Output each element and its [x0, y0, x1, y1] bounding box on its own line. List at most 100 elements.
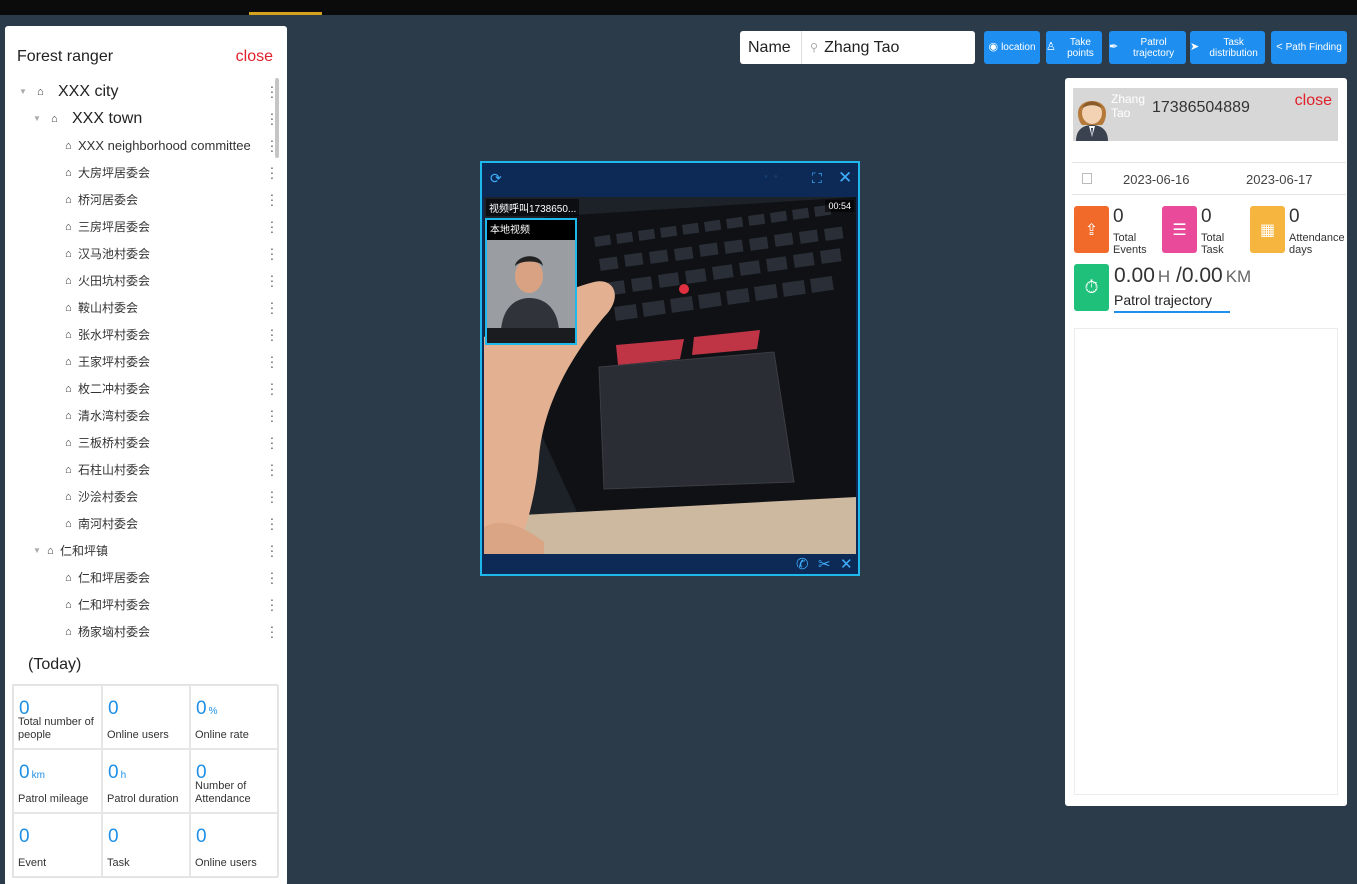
house-icon: ⌂: [65, 517, 72, 530]
patrol-trajectory-tab[interactable]: Patrol trajectory: [1114, 292, 1230, 313]
stat-label: Online rate: [195, 729, 249, 741]
stopwatch-icon: ⏱: [1074, 264, 1109, 311]
tree-item[interactable]: ⌂ XXX neighborhood committee · · ·: [5, 132, 275, 159]
stat-card: 0% Online rate: [190, 685, 279, 749]
house-icon: ⌂: [65, 301, 72, 314]
stat-value: 0: [108, 698, 119, 719]
stat-label: Online users: [195, 857, 257, 869]
pen-icon: ✒: [1109, 41, 1119, 53]
stat-card: 0 km Patrol mileage: [13, 749, 102, 813]
stat-label: Patrol mileage: [18, 793, 89, 805]
house-icon: ⌂: [65, 625, 72, 638]
hangup-phone-icon[interactable]: ✆: [796, 555, 809, 573]
stat-card: 0 Online users: [190, 813, 279, 877]
panel-header: Forest ranger close: [17, 48, 273, 70]
tree-item[interactable]: ▼ ⌂ XXX city · · ·: [5, 78, 275, 105]
tree-item[interactable]: ⌂ 张水坪村委会 · · ·: [5, 321, 275, 348]
tree-item[interactable]: ⌂ 杨家垴村委会 · · ·: [5, 618, 275, 645]
tree-item[interactable]: ⌂ 汉马池村委会 · · ·: [5, 240, 275, 267]
tree-item[interactable]: ⌂ 枚二冲村委会 · · ·: [5, 375, 275, 402]
tree-item[interactable]: ⌂ 沙浍村委会 · · ·: [5, 483, 275, 510]
tree-item[interactable]: ▼ ⌂ XXX town · · ·: [5, 105, 275, 132]
tree-item[interactable]: ⌂ 火田坑村委会 · · ·: [5, 267, 275, 294]
more-options-icon[interactable]: · · ·: [269, 619, 275, 643]
expand-arrow-icon[interactable]: ▼: [19, 87, 29, 96]
more-options-icon[interactable]: · · ·: [269, 430, 275, 454]
house-icon: ⌂: [37, 85, 44, 98]
stat-unit: %: [208, 706, 218, 717]
scissors-icon[interactable]: ✂: [818, 555, 831, 573]
house-icon: ⌂: [47, 544, 54, 557]
stat-label: Task: [107, 857, 130, 869]
date-range-picker[interactable]: 2023-06-16 2023-06-17: [1072, 162, 1346, 195]
more-options-icon[interactable]: · · ·: [269, 241, 275, 265]
tree-item-label: 火田坑村委会: [78, 274, 151, 288]
start-date[interactable]: 2023-06-16: [1123, 172, 1190, 187]
today-stats-grid: 0 Total number of people 0 Online users 0% On…: [12, 684, 279, 878]
more-options-icon[interactable]: · · ·: [269, 268, 275, 292]
expand-arrow-icon[interactable]: ▼: [33, 546, 43, 555]
panel-title: Forest ranger: [17, 48, 114, 65]
calendar-icon: [1082, 173, 1092, 184]
tree-item[interactable]: ⌂ 仁和坪居委会 · · ·: [5, 564, 275, 591]
house-icon: ⌂: [65, 247, 72, 260]
stat-card: 0 Total number of people: [13, 685, 102, 749]
tree-item-label: XXX town: [72, 109, 143, 127]
stat-value: 0%: [196, 698, 218, 719]
expand-arrow-icon[interactable]: ▼: [33, 114, 43, 123]
video-window-header[interactable]: ⟳ •• ⛶ ✕: [482, 163, 858, 195]
more-options-icon[interactable]: · · ·: [269, 457, 275, 481]
caller-id: 视频呼叫1738650...: [486, 199, 580, 216]
today-label: (Today): [28, 656, 82, 673]
close-icon[interactable]: ✕: [838, 168, 852, 188]
tree-item-label: XXX city: [58, 82, 119, 100]
more-options-icon[interactable]: · · ·: [269, 187, 275, 211]
tree-item[interactable]: ⌂ 石柱山村委会 · · ·: [5, 456, 275, 483]
tree-scrollbar[interactable]: [275, 78, 279, 158]
tree-item[interactable]: ⌂ 仁和坪村委会 · · ·: [5, 591, 275, 618]
tree-item[interactable]: ⌂ 大房坪居委会 · · ·: [5, 159, 275, 186]
more-options-icon[interactable]: · · ·: [269, 322, 275, 346]
user-point-icon: ♙: [1046, 41, 1056, 53]
close-icon[interactable]: ✕: [840, 555, 853, 573]
tree-item[interactable]: ▼ ⌂ 仁和坪镇 · · ·: [5, 537, 275, 564]
more-options-icon[interactable]: · · ·: [269, 160, 275, 184]
more-options-icon[interactable]: · · ·: [269, 214, 275, 238]
more-options-icon[interactable]: · · ·: [269, 565, 275, 589]
name-search-input[interactable]: [824, 38, 965, 57]
tree-item[interactable]: ⌂ 桥河居委会 · · ·: [5, 186, 275, 213]
video-call-window[interactable]: ⟳ •• ⛶ ✕ 视频呼叫1738650... 00:54 本地视频 ✆ ✂ ✕: [480, 161, 860, 576]
more-options-icon[interactable]: · · ·: [269, 511, 275, 535]
tree-item[interactable]: ⌂ 三板桥村委会 · · ·: [5, 429, 275, 456]
refresh-icon[interactable]: ⟳: [490, 170, 502, 187]
name-search[interactable]: ⚲: [801, 31, 975, 64]
more-options-icon[interactable]: · · ·: [269, 484, 275, 508]
path-finding-button[interactable]: < Path Finding: [1271, 31, 1347, 64]
close-button[interactable]: close: [236, 48, 273, 66]
more-options-icon[interactable]: · · ·: [269, 403, 275, 427]
patrol-trajectory-button[interactable]: ✒ Patrol trajectory: [1109, 31, 1186, 64]
local-video-preview[interactable]: 本地视频: [485, 218, 577, 345]
more-options-icon[interactable]: · · ·: [269, 295, 275, 319]
take-points-button[interactable]: ♙ Take points: [1046, 31, 1102, 64]
close-button[interactable]: close: [1295, 92, 1332, 110]
tree-item-label: 枚二冲村委会: [78, 382, 151, 396]
stat-label: Number of Attendance: [195, 780, 251, 805]
more-options-icon[interactable]: · · ·: [269, 349, 275, 373]
location-button[interactable]: ◉ location: [984, 31, 1040, 64]
end-date[interactable]: 2023-06-17: [1246, 172, 1313, 187]
fullscreen-icon[interactable]: ⛶: [812, 170, 822, 187]
house-icon: ⌂: [65, 409, 72, 422]
more-options-icon[interactable]: · · ·: [269, 592, 275, 616]
more-options-icon[interactable]: · · ·: [269, 376, 275, 400]
tree-item[interactable]: ⌂ 鞍山村委会 · · ·: [5, 294, 275, 321]
tree-item[interactable]: ⌂ 清水湾村委会 · · ·: [5, 402, 275, 429]
more-options-icon[interactable]: · · ·: [269, 538, 275, 562]
task-distribution-button[interactable]: ➤ Task distribution: [1190, 31, 1265, 64]
house-icon: ⌂: [65, 220, 72, 233]
tree-item[interactable]: ⌂ 南河村委会 · · ·: [5, 510, 275, 537]
tree-item[interactable]: ⌂ 三房坪居委会 · · ·: [5, 213, 275, 240]
house-icon: ⌂: [51, 112, 58, 125]
tree-item[interactable]: ⌂ 王家坪村委会 · · ·: [5, 348, 275, 375]
region-tree: ▼ ⌂ XXX city · · · ▼ ⌂ XXX town · · · ⌂ XXX neighborh…: [5, 78, 287, 643]
